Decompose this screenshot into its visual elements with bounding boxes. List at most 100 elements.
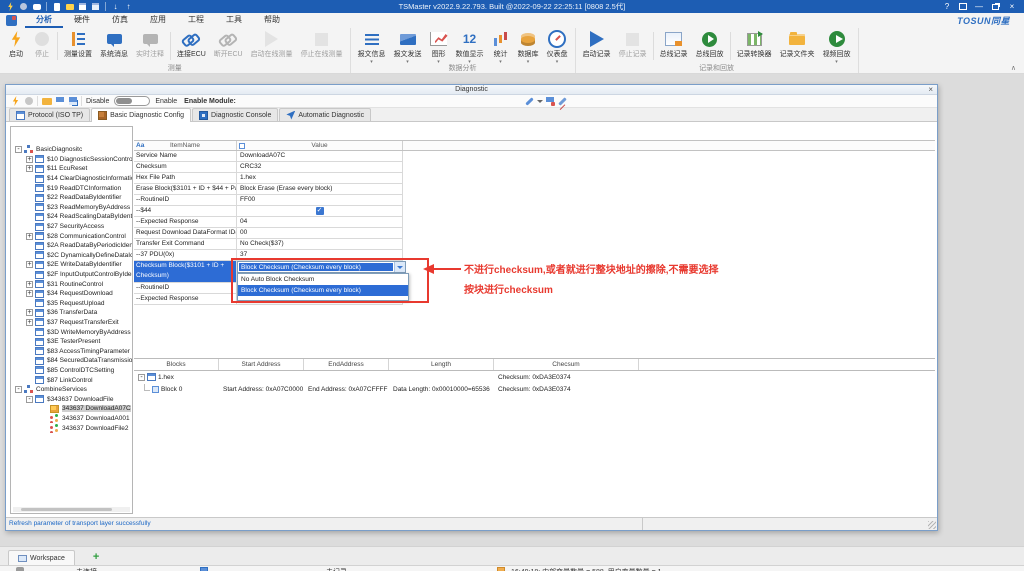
tree-item[interactable]: + $11 EcuReset <box>11 164 132 174</box>
item-name-cell[interactable]: --37 PDU(0x) <box>134 250 237 261</box>
menu-tab[interactable]: 工程 <box>177 13 215 28</box>
ribbon-button[interactable]: 总线回放 <box>692 28 728 64</box>
expand-toggle-icon[interactable]: + <box>26 261 33 269</box>
tree-item[interactable]: + $28 CommunicationControl <box>11 231 132 241</box>
expand-toggle-icon[interactable]: + <box>26 280 33 288</box>
tree-item[interactable]: $2F InputOutputControlByIdentifier <box>11 270 132 280</box>
tree-item[interactable]: + $34 RequestDownload <box>11 289 132 299</box>
collapse-toggle-icon[interactable]: - <box>138 373 145 381</box>
tree-item[interactable]: $22 ReadDataByIdentifier <box>11 193 132 203</box>
tree-item[interactable]: + $2E WriteDataByIdentifier <box>11 260 132 270</box>
diagnostic-tab[interactable]: Automatic Diagnostic <box>279 108 372 121</box>
item-name-cell[interactable]: Request Download DataFormat ID(0x) <box>134 228 237 239</box>
quick-access-icon[interactable] <box>31 1 42 12</box>
ribbon-collapse-icon[interactable]: ∧ <box>1011 64 1016 72</box>
ribbon-button[interactable]: 启动记录 <box>579 28 615 64</box>
resize-grip[interactable] <box>928 521 936 529</box>
ribbon-button[interactable]: 停止 <box>29 28 55 64</box>
diagnostic-tab[interactable]: Diagnostic Console <box>192 108 279 121</box>
table-row[interactable]: Service Name DownloadA07C <box>134 151 935 162</box>
menu-tab[interactable]: 帮助 <box>253 13 291 28</box>
expand-toggle-icon[interactable]: + <box>26 232 33 240</box>
tree-item[interactable]: $19 ReadDTCInformation <box>11 183 132 193</box>
tree-item[interactable]: $2C DynamicallyDefineDataIdentifier <box>11 251 132 261</box>
tree-item[interactable]: + $31 RoutineControl <box>11 279 132 289</box>
ribbon-button[interactable]: 断开ECU <box>210 28 247 64</box>
expand-toggle-icon[interactable]: + <box>26 318 33 326</box>
dropdown-option[interactable]: Block Checksum (Checksum every block) <box>238 285 408 296</box>
toolbar-icon[interactable] <box>536 95 543 107</box>
value-cell[interactable]: 00 <box>237 228 403 239</box>
menu-tab[interactable]: 硬件 <box>63 13 101 28</box>
ribbon-button[interactable]: 图形 ▾ <box>426 28 452 65</box>
ribbon-button[interactable]: 实时注释 <box>132 28 168 64</box>
length-header[interactable]: Length <box>389 359 494 370</box>
item-name-cell[interactable]: --$44 <box>134 206 237 217</box>
minimize-button[interactable]: — <box>971 0 987 13</box>
toolbar-icon[interactable] <box>79 95 84 107</box>
value-cell[interactable]: DownloadA07C <box>237 151 403 162</box>
ribbon-button[interactable]: 总线记录 <box>656 28 692 64</box>
ribbon-button[interactable]: 视频回放 ▾ <box>819 28 855 65</box>
workspace-tab[interactable]: Workspace <box>8 550 75 565</box>
diagnostic-window-titlebar[interactable]: Diagnostic × <box>6 85 937 95</box>
quick-access-icon[interactable] <box>18 1 29 12</box>
quick-access-icon[interactable] <box>5 1 16 12</box>
ribbon-button[interactable]: 停止记录 <box>615 28 651 64</box>
ribbon-button[interactable]: 测量设置 <box>60 28 96 64</box>
ribbon-button[interactable]: 数据库 ▾ <box>514 28 543 65</box>
ribbon-button[interactable]: 启动在线测量 <box>247 28 297 64</box>
add-workspace-button[interactable]: + <box>93 552 99 563</box>
value-cell[interactable]: ✓ <box>237 206 403 217</box>
menu-tab[interactable]: 应用 <box>139 13 177 28</box>
item-name-cell[interactable]: Service Name <box>134 151 237 162</box>
expand-toggle-icon[interactable]: + <box>26 155 33 163</box>
toolbar-icon[interactable] <box>40 95 53 107</box>
expand-toggle-icon[interactable]: - <box>26 395 33 403</box>
item-name-cell[interactable]: --RoutineID <box>134 195 237 206</box>
ribbon-button[interactable]: 记录转换器 <box>733 28 776 64</box>
restore-button[interactable] <box>992 3 999 10</box>
combobox-dropdown-icon[interactable] <box>394 262 405 272</box>
expand-toggle-icon[interactable]: - <box>15 386 22 394</box>
ribbon-button[interactable]: 停止在线测量 <box>297 28 347 64</box>
toolbar-icon[interactable] <box>556 95 569 107</box>
tree-item[interactable]: 343637 DownloadFile2 <box>11 423 132 433</box>
quick-access-icon[interactable] <box>64 1 75 12</box>
ribbon-button[interactable]: 报文发送 ▾ <box>390 28 426 65</box>
ribbon-button[interactable]: 系统消息 <box>96 28 132 64</box>
wrench-icon[interactable] <box>16 567 24 571</box>
ribbon-button[interactable]: 记录文件夹 <box>776 28 819 64</box>
tree-item[interactable]: $85 ControlDTCSetting <box>11 366 132 376</box>
item-name-cell[interactable]: --RoutineID <box>134 283 237 294</box>
tree-item[interactable]: $3D WriteMemoryByAddress <box>11 327 132 337</box>
tree-item[interactable]: $24 ReadScalingDataByIdentifier <box>11 212 132 222</box>
toolbar-icon[interactable] <box>523 95 536 107</box>
scrollbar-thumb[interactable] <box>21 508 113 511</box>
tree-item[interactable]: - $343637 DownloadFile <box>11 394 132 404</box>
menu-tab[interactable]: 分析 <box>25 13 63 28</box>
tree-item[interactable]: $87 LinkControl <box>11 375 132 385</box>
feedback-icon[interactable] <box>959 3 967 10</box>
tree-item[interactable]: - BasicDiagnositc <box>11 145 132 155</box>
table-row[interactable]: --$44 ✓ <box>134 206 935 217</box>
close-button[interactable]: × <box>1004 0 1020 13</box>
table-row[interactable]: --Expected Response 04 <box>134 217 935 228</box>
expand-toggle-icon[interactable]: + <box>26 165 33 173</box>
table-row[interactable]: --37 PDU(0x) 37 <box>134 250 935 261</box>
dropdown-option[interactable]: No Auto Block Checksum <box>238 274 408 285</box>
table-row[interactable]: Request Download DataFormat ID(0x) 00 <box>134 228 935 239</box>
itemname-header[interactable]: ItemName <box>170 142 200 149</box>
tree-item[interactable]: + $10 DiagnosticSessionControl <box>11 155 132 165</box>
expand-toggle-icon[interactable]: - <box>15 146 22 154</box>
tree-item[interactable]: $3E TesterPresent <box>11 337 132 347</box>
diagnostic-tab[interactable]: Protocol (ISO TP) <box>9 108 91 121</box>
value-cell[interactable]: 04 <box>237 217 403 228</box>
tree-item[interactable]: + $36 TransferData <box>11 308 132 318</box>
tree-item[interactable]: $2A ReadDataByPeriodicIdentifier <box>11 241 132 251</box>
tree-item[interactable]: $14 ClearDiagnosticInformation <box>11 174 132 184</box>
ribbon-button[interactable]: 12 数值显示 ▾ <box>452 28 488 65</box>
tree-item[interactable]: $27 SecurityAccess <box>11 222 132 232</box>
expand-toggle-icon[interactable]: + <box>26 290 33 298</box>
toolbar-icon[interactable] <box>66 95 79 107</box>
